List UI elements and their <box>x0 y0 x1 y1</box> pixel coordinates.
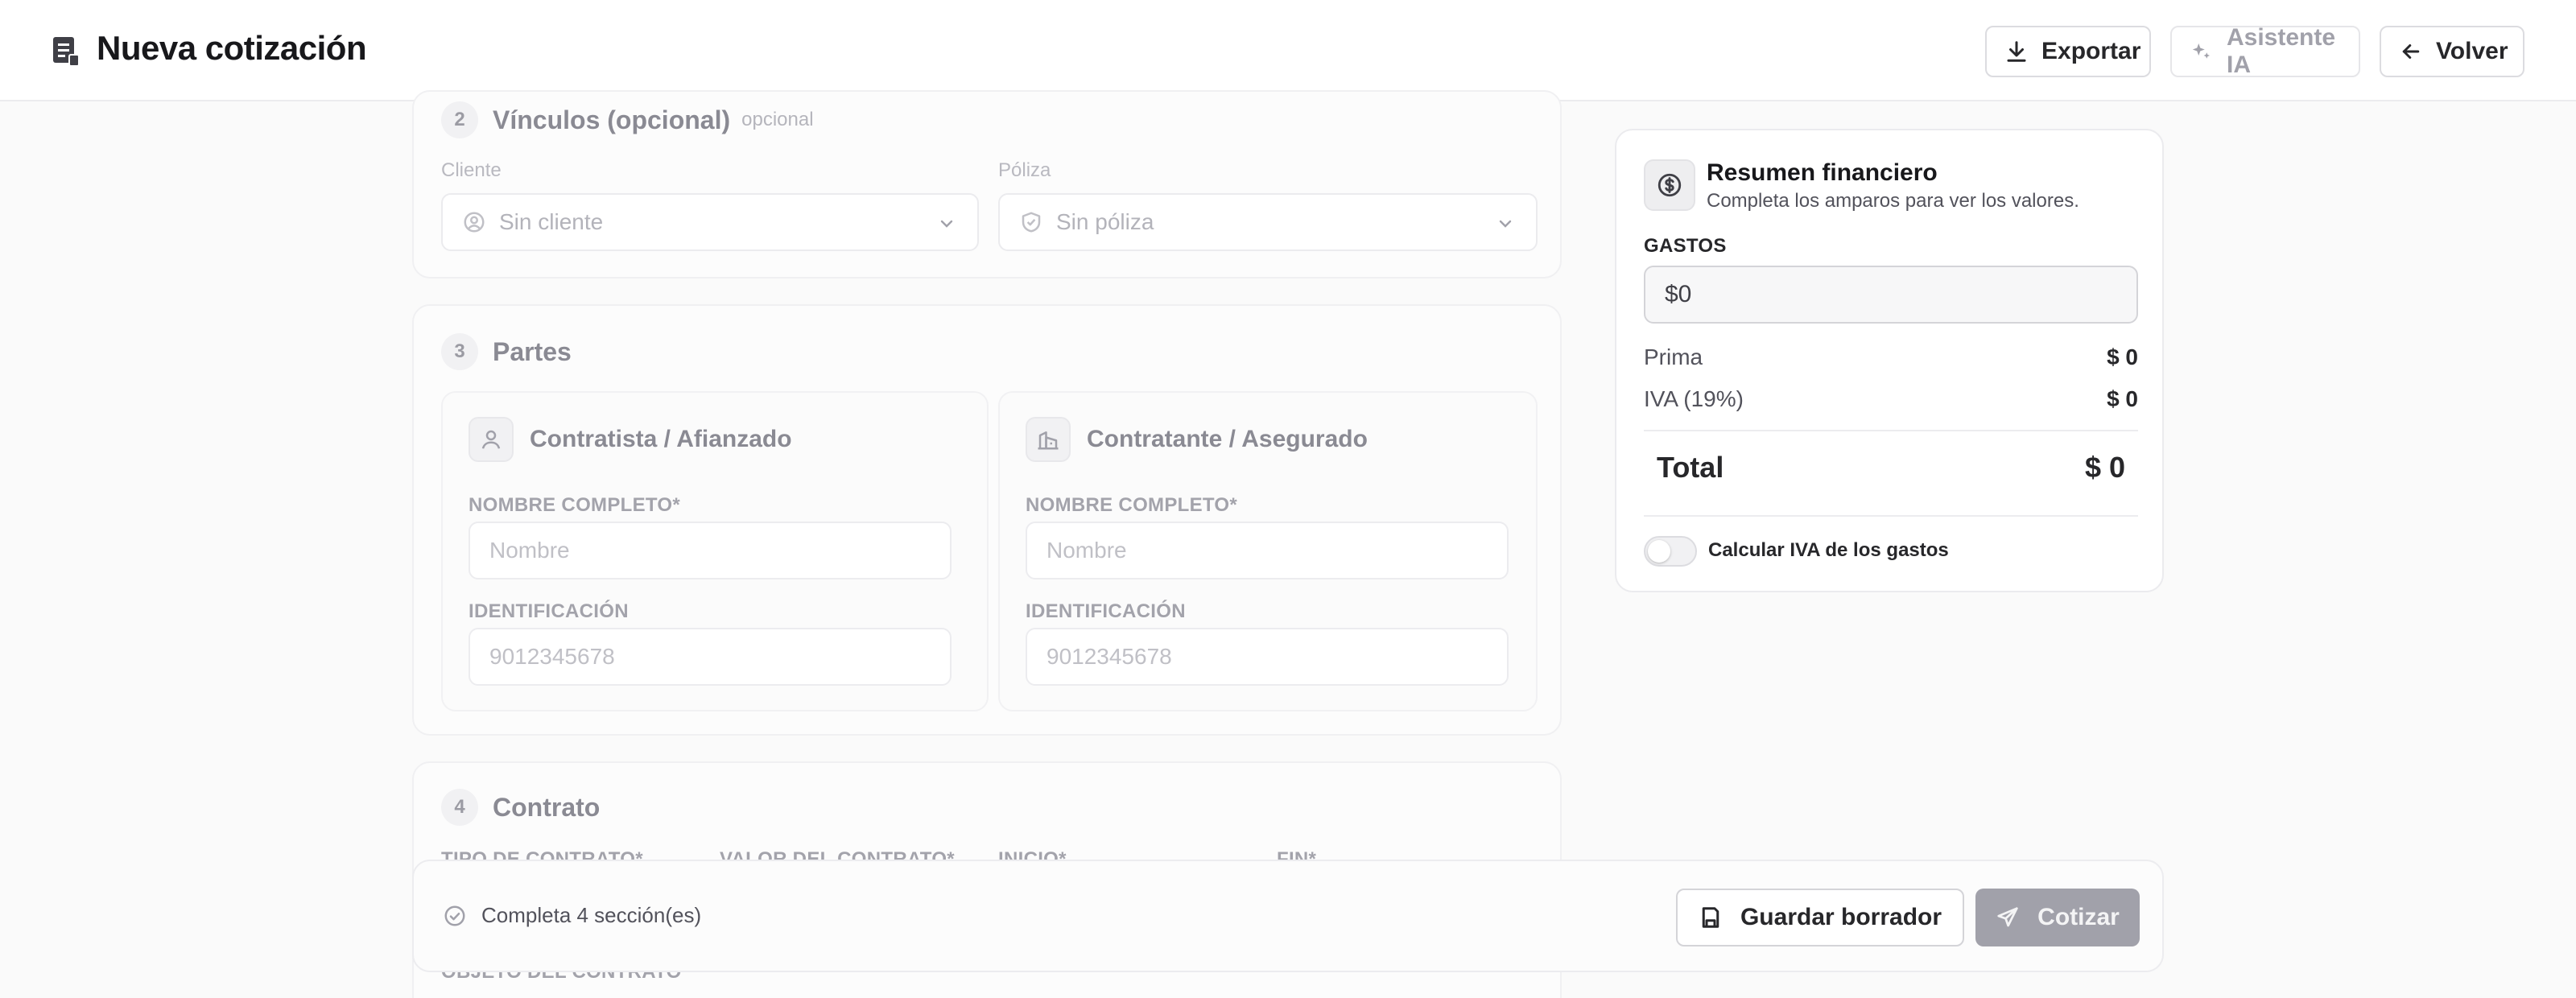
prima-row: Prima $ 0 <box>1644 344 2138 370</box>
top-bar: Nueva cotización Exportar Asistente IA V… <box>0 0 2576 101</box>
policy-select[interactable]: Sin póliza <box>998 193 1538 251</box>
back-button[interactable]: Volver <box>2380 26 2524 77</box>
divider <box>1644 430 2138 431</box>
dollar-circle-icon <box>1644 159 1695 211</box>
shield-check-icon <box>1022 212 1041 233</box>
contratista-name-label: NOMBRE COMPLETO* <box>469 494 681 516</box>
user-icon <box>469 417 514 462</box>
summary-title: Resumen financiero <box>1707 159 1938 186</box>
section-header: 4 Contrato <box>441 789 600 826</box>
iva-expenses-toggle[interactable] <box>1644 536 1697 567</box>
section-number: 4 <box>441 789 478 826</box>
section-partes: 3 Partes Contratista / Afianzado NOMBRE … <box>412 304 1562 736</box>
user-circle-icon <box>464 212 485 233</box>
contratante-id-label: IDENTIFICACIÓN <box>1026 600 1186 622</box>
quote-button[interactable]: Cotizar <box>1975 889 2140 946</box>
prima-value: $ 0 <box>2107 344 2138 369</box>
save-draft-button[interactable]: Guardar borrador <box>1676 889 1964 946</box>
section-header: 3 Partes <box>441 333 572 370</box>
back-label: Volver <box>2436 38 2508 64</box>
sparkles-icon <box>2192 43 2210 59</box>
save-icon <box>1702 907 1719 928</box>
contratante-name-label: NOMBRE COMPLETO* <box>1026 494 1238 516</box>
iva-row: IVA (19%) $ 0 <box>1644 386 2138 412</box>
total-value: $ 0 <box>2084 451 2125 484</box>
completion-status-text: Completa 4 sección(es) <box>481 903 702 927</box>
contratista-name-input[interactable]: Nombre <box>469 522 952 579</box>
contratista-id-label: IDENTIFICACIÓN <box>469 600 629 622</box>
ai-assistant-button[interactable]: Asistente IA <box>2170 24 2360 78</box>
export-label: Exportar <box>2041 38 2141 64</box>
action-bar: Completa 4 sección(es) Guardar borrador … <box>412 860 2164 972</box>
contratante-header: Contratante / Asegurado <box>1026 417 1368 462</box>
divider <box>1644 515 2138 517</box>
contratante-name-input[interactable]: Nombre <box>1026 522 1509 579</box>
client-value: Sin cliente <box>499 209 604 234</box>
quote-label: Cotizar <box>2037 904 2120 930</box>
section-title: Contrato <box>493 792 601 822</box>
policy-value: Sin póliza <box>1056 209 1154 234</box>
client-label: Cliente <box>441 159 502 181</box>
document-icon <box>53 37 80 67</box>
financial-summary: Resumen financiero Completa los amparos … <box>1615 129 2164 592</box>
download-icon <box>2007 41 2026 62</box>
save-draft-label: Guardar borrador <box>1740 904 1942 930</box>
total-row: Total $ 0 <box>1657 451 2125 485</box>
contratante-id-input[interactable]: 9012345678 <box>1026 628 1509 686</box>
iva-value: $ 0 <box>2107 386 2138 411</box>
policy-label: Póliza <box>998 159 1051 181</box>
send-icon <box>1997 907 2018 927</box>
contratista-panel: Contratista / Afianzado NOMBRE COMPLETO*… <box>441 391 989 711</box>
total-label: Total <box>1657 451 1724 484</box>
section-header: 2 Vínculos (opcional) opcional <box>441 101 814 138</box>
building-icon <box>1026 417 1071 462</box>
ai-assistant-label: Asistente IA <box>2227 24 2336 78</box>
contratista-id-input[interactable]: 9012345678 <box>469 628 952 686</box>
completion-status: Completa 4 sección(es) <box>443 903 701 928</box>
export-button[interactable]: Exportar <box>1985 26 2151 77</box>
expenses-label: GASTOS <box>1644 235 1727 257</box>
iva-label: IVA (19%) <box>1644 386 1744 411</box>
contratante-title: Contratante / Asegurado <box>1087 426 1368 452</box>
optional-tag: opcional <box>741 109 814 130</box>
contratista-title: Contratista / Afianzado <box>530 426 792 452</box>
section-vinculos: 2 Vínculos (opcional) opcional Cliente S… <box>412 90 1562 278</box>
page-title: Nueva cotización <box>97 29 367 67</box>
client-select[interactable]: Sin cliente <box>441 193 979 251</box>
iva-expenses-toggle-label: Calcular IVA de los gastos <box>1708 539 1949 561</box>
contratante-panel: Contratante / Asegurado NOMBRE COMPLETO*… <box>998 391 1538 711</box>
prima-label: Prima <box>1644 344 1703 369</box>
chevron-down-icon <box>940 220 953 228</box>
section-number: 3 <box>441 333 478 370</box>
contratista-header: Contratista / Afianzado <box>469 417 792 462</box>
arrow-left-icon <box>2402 44 2420 59</box>
section-title: Partes <box>493 336 572 366</box>
expenses-input[interactable]: $0 <box>1644 266 2138 324</box>
section-number: 2 <box>441 101 478 138</box>
check-circle-icon <box>444 905 465 926</box>
summary-subtitle: Completa los amparos para ver los valore… <box>1707 190 2079 212</box>
chevron-down-icon <box>1499 220 1512 228</box>
section-title: Vínculos (opcional) <box>493 105 731 134</box>
